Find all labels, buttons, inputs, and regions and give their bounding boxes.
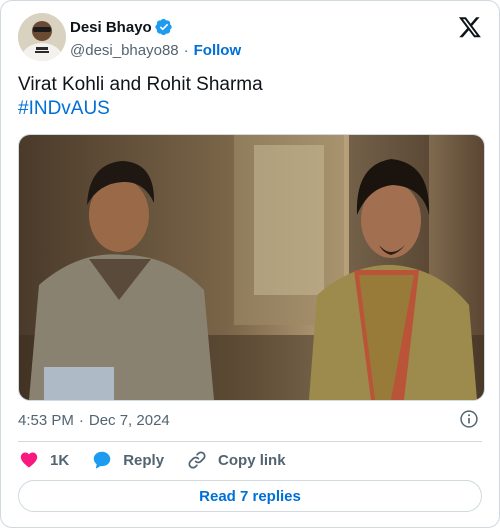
tweet-timestamp[interactable]: 4:53 PM · Dec 7, 2024 bbox=[18, 410, 170, 430]
info-icon[interactable] bbox=[459, 409, 479, 429]
tweet-media-image[interactable] bbox=[18, 134, 485, 401]
author-display-name[interactable]: Desi Bhayo bbox=[70, 19, 152, 36]
tweet-header: Desi Bhayo @desi_bhayo88 · Follow bbox=[18, 13, 482, 61]
tweet-time: 4:53 PM bbox=[18, 411, 74, 429]
reply-label: Reply bbox=[123, 451, 165, 469]
avatar[interactable] bbox=[18, 13, 66, 61]
tweet-text-line: Virat Kohli and Rohit Sharma bbox=[18, 74, 263, 95]
speech-bubble-icon bbox=[93, 451, 111, 469]
verified-badge-icon bbox=[155, 18, 172, 36]
follow-button[interactable]: Follow bbox=[194, 42, 242, 59]
author-handle[interactable]: @desi_bhayo88 bbox=[70, 42, 179, 59]
x-logo-icon[interactable] bbox=[458, 15, 482, 39]
author-info: Desi Bhayo @desi_bhayo88 · Follow bbox=[70, 17, 241, 61]
like-button[interactable]: 1K bbox=[18, 449, 69, 471]
tweet-text: Virat Kohli and Rohit Sharma #INDvAUS bbox=[18, 73, 482, 121]
tweet-date: Dec 7, 2024 bbox=[88, 411, 170, 429]
separator-dot: · bbox=[183, 41, 189, 59]
hashtag-link[interactable]: #INDvAUS bbox=[18, 97, 482, 121]
tweet-actions: 1K Reply Copy link bbox=[18, 448, 308, 472]
like-count: 1K bbox=[50, 451, 70, 469]
copy-link-button[interactable]: Copy link bbox=[186, 449, 286, 471]
link-icon bbox=[188, 451, 206, 469]
tweet-card[interactable]: Desi Bhayo @desi_bhayo88 · Follow Virat … bbox=[0, 0, 500, 528]
read-replies-button[interactable]: Read 7 replies bbox=[18, 480, 482, 512]
heart-icon bbox=[20, 452, 38, 468]
reply-button[interactable]: Reply bbox=[91, 449, 164, 471]
meta-separator: · bbox=[78, 411, 84, 429]
copy-link-label: Copy link bbox=[218, 451, 286, 469]
divider bbox=[18, 441, 482, 442]
